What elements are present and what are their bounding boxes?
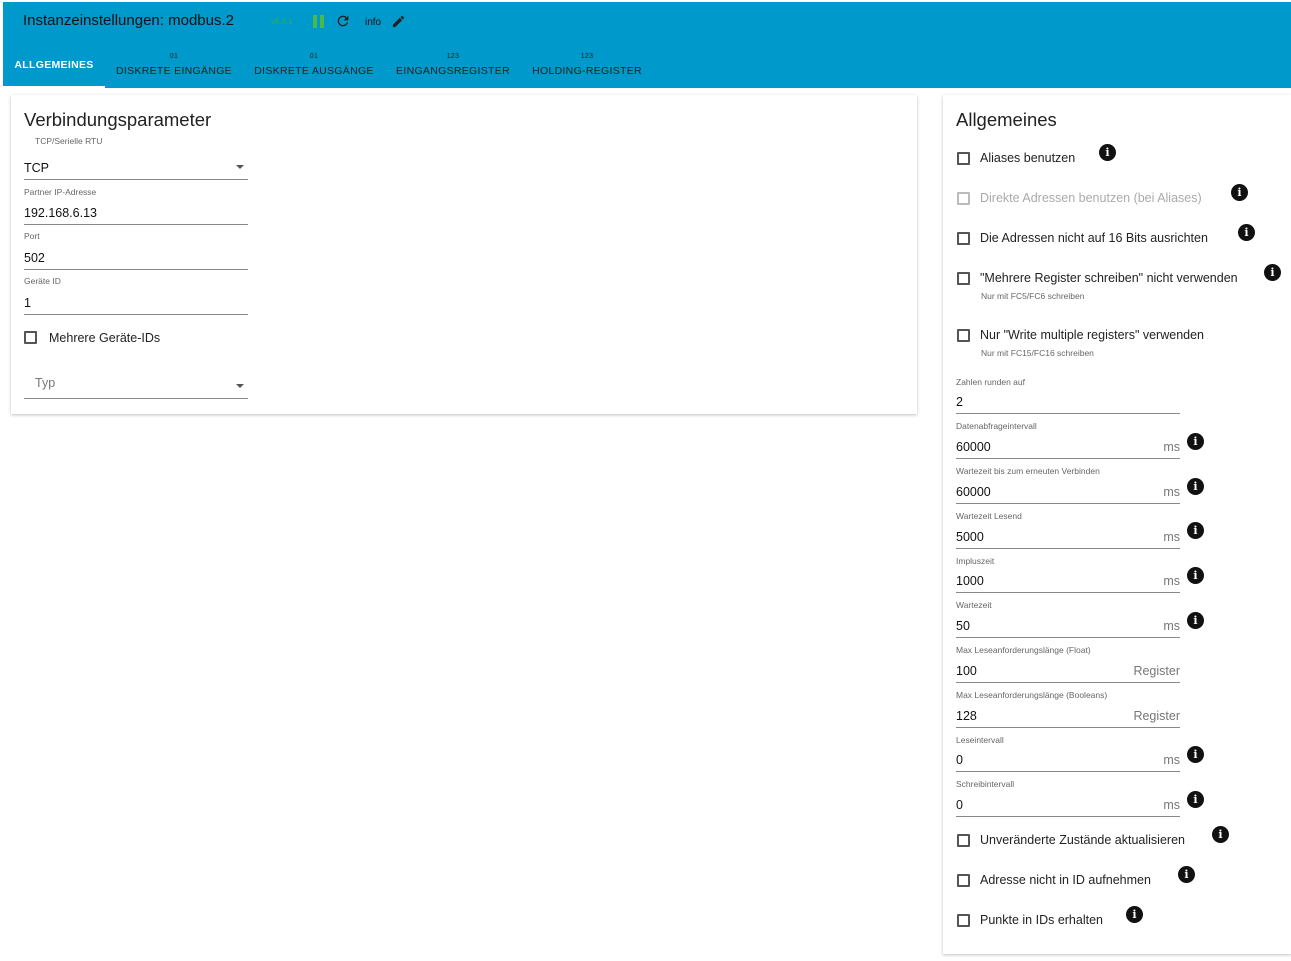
read-wait-field[interactable]: Wartezeit Lesend 5000 ms: [956, 511, 1180, 549]
poll-interval-field[interactable]: Datenabfrageintervall 60000 ms: [956, 421, 1180, 459]
pulse-time-field[interactable]: Impluszeit 1000 ms: [956, 556, 1180, 593]
direct-addresses-checkbox: [957, 192, 970, 205]
page-title: Instanzeinstellungen: modbus.2: [23, 12, 234, 29]
tab-diskrete-eingaenge[interactable]: 01 DISKRETE EINGÄNGE: [111, 42, 237, 88]
tab-allgemeines[interactable]: ALLGEMEINES: [3, 42, 105, 88]
general-title: Allgemeines: [956, 109, 1057, 130]
partner-ip-field[interactable]: Partner IP-Adresse 192.168.6.13: [24, 187, 248, 225]
keep-dots-checkbox[interactable]: [957, 914, 970, 927]
multi-ids-checkbox[interactable]: [24, 331, 37, 344]
no-16bit-align-checkbox[interactable]: [957, 232, 970, 245]
info-icon[interactable]: i: [1231, 184, 1248, 201]
only-multi-write-hint: Nur mit FC15/FC16 schreiben: [981, 348, 1094, 358]
info-icon[interactable]: i: [1187, 433, 1204, 450]
info-icon[interactable]: i: [1187, 567, 1204, 584]
read-interval-field[interactable]: Leseintervall 0 ms: [956, 735, 1180, 772]
info-icon[interactable]: i: [1178, 866, 1195, 883]
chevron-down-icon: [236, 384, 244, 388]
top-bar: Instanzeinstellungen: modbus.2 v6.0.1 in…: [3, 2, 1291, 88]
no-multi-write-checkbox[interactable]: [957, 272, 970, 285]
aliases-checkbox[interactable]: [957, 152, 970, 165]
info-icon[interactable]: i: [1187, 612, 1204, 629]
typ-select[interactable]: Typ: [24, 365, 248, 399]
multi-ids-label: Mehrere Geräte-IDs: [49, 331, 161, 345]
write-interval-field[interactable]: Schreibintervall 0 ms: [956, 779, 1180, 817]
general-card: Allgemeines Aliases benutzen i Direkte A…: [943, 95, 1291, 954]
info-icon[interactable]: i: [1099, 144, 1116, 161]
no-address-in-id-checkbox[interactable]: [957, 874, 970, 887]
only-multi-write-label: Nur "Write multiple registers" verwenden: [980, 328, 1204, 342]
update-unchanged-label: Unveränderte Zustände aktualisieren: [980, 833, 1185, 847]
direct-addresses-label: Direkte Adressen benutzen (bei Aliases): [980, 191, 1202, 205]
only-multi-write-checkbox[interactable]: [957, 329, 970, 342]
info-icon[interactable]: i: [1264, 264, 1281, 281]
no-address-in-id-label: Adresse nicht in ID aufnehmen: [980, 873, 1151, 887]
connection-title: Verbindungsparameter: [24, 109, 212, 130]
aliases-label: Aliases benutzen: [980, 151, 1076, 165]
wait-time-field[interactable]: Wartezeit 50 ms: [956, 600, 1180, 638]
refresh-icon[interactable]: [335, 13, 351, 29]
port-field[interactable]: Port 502: [24, 231, 248, 270]
keep-dots-label: Punkte in IDs erhalten: [980, 913, 1103, 927]
info-icon[interactable]: i: [1212, 826, 1229, 843]
connection-type-select[interactable]: TCP/Serielle RTU TCP: [24, 136, 248, 180]
info-icon[interactable]: i: [1187, 746, 1204, 763]
device-id-field[interactable]: Geräte ID 1: [24, 276, 248, 315]
tab-eingangsregister[interactable]: 123 EINGANGSREGISTER: [391, 42, 515, 88]
pause-icon[interactable]: [313, 15, 325, 28]
update-unchanged-checkbox[interactable]: [957, 834, 970, 847]
info-icon[interactable]: i: [1126, 906, 1143, 923]
tab-holding-register[interactable]: 123 HOLDING-REGISTER: [525, 42, 649, 88]
max-read-float-field[interactable]: Max Leseanforderungslänge (Float) 100 Re…: [956, 645, 1180, 683]
tab-diskrete-ausgaenge[interactable]: 01 DISKRETE AUSGÄNGE: [251, 42, 377, 88]
reconnect-wait-field[interactable]: Wartezeit bis zum erneuten Verbinden 600…: [956, 466, 1180, 504]
no-multi-write-label: "Mehrere Register schreiben" nicht verwe…: [980, 271, 1238, 285]
chevron-down-icon: [236, 165, 244, 169]
info-icon[interactable]: i: [1238, 224, 1255, 241]
round-digits-field[interactable]: Zahlen runden auf 2: [956, 377, 1180, 414]
info-icon[interactable]: i: [1187, 522, 1204, 539]
connection-card: Verbindungsparameter TCP/Serielle RTU TC…: [11, 95, 917, 414]
info-link[interactable]: info: [365, 17, 381, 28]
version-badge: v6.0.1: [271, 17, 293, 26]
no-16bit-align-label: Die Adressen nicht auf 16 Bits ausrichte…: [980, 231, 1208, 245]
max-read-bool-field[interactable]: Max Leseanforderungslänge (Booleans) 128…: [956, 690, 1180, 728]
pencil-icon[interactable]: [391, 14, 406, 29]
info-icon[interactable]: i: [1187, 791, 1204, 808]
info-icon[interactable]: i: [1187, 478, 1204, 495]
no-multi-write-hint: Nur mit FC5/FC6 schreiben: [981, 291, 1085, 301]
